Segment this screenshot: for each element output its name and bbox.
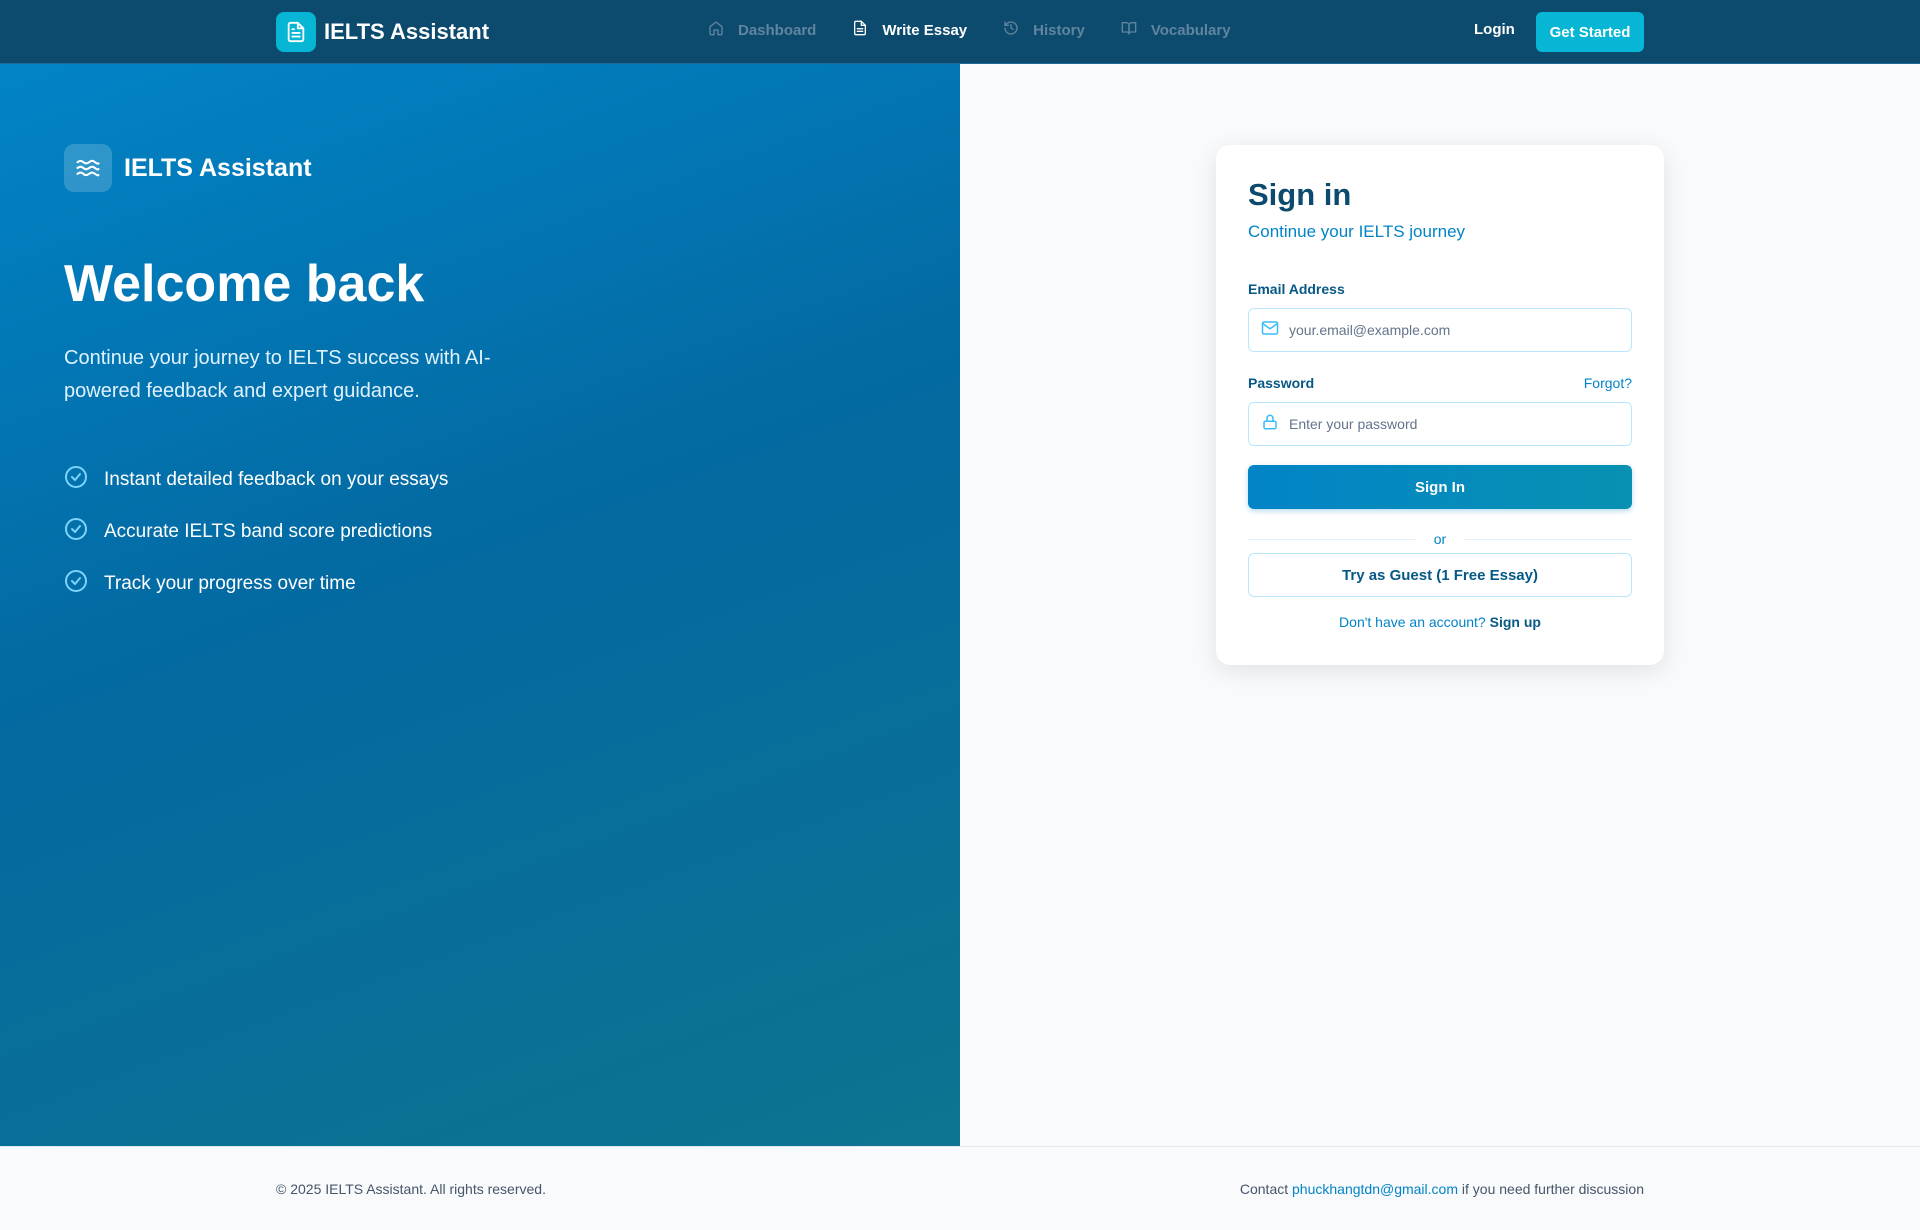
nav-item-label: Write Essay [882,21,968,39]
contact-text: Contact phuckhangtdn@gmail.com if you ne… [1240,1181,1644,1197]
nav-item-vocabulary[interactable]: Vocabulary [1121,20,1231,40]
brand-logo[interactable]: IELTS Assistant [276,12,489,52]
password-input[interactable] [1289,416,1629,432]
book-icon [1121,20,1137,40]
sign-in-button[interactable]: Sign In [1248,465,1632,509]
signup-link[interactable]: Sign up [1490,614,1541,630]
email-label: Email Address [1248,281,1345,297]
feature-item: Accurate IELTS band score predictions [64,506,448,558]
feature-item: Instant detailed feedback on your essays [64,454,448,506]
main-nav: Dashboard Write Essay History Vocabulary [708,20,1231,40]
waves-icon [64,144,112,192]
document-icon [852,20,868,40]
home-icon [708,20,724,40]
feature-list: Instant detailed feedback on your essays… [64,454,448,610]
contact-suffix: if you need further discussion [1461,1181,1644,1197]
signin-title: Sign in [1248,177,1352,212]
email-input[interactable] [1289,322,1629,338]
feature-label: Track your progress over time [104,573,356,594]
contact-prefix: Contact [1239,1181,1289,1197]
signin-subtitle: Continue your IELTS journey [1248,222,1466,241]
mail-icon [1261,319,1279,342]
contact-email-link[interactable]: phuckhangtdn@gmail.com [1292,1181,1458,1197]
hero-panel: IELTS Assistant Welcome back Continue yo… [0,64,960,1146]
footer: © 2025 IELTS Assistant. All rights reser… [0,1146,1920,1230]
hero-brand: IELTS Assistant [64,144,312,192]
login-link[interactable]: Login [1474,21,1515,38]
forgot-password-link[interactable]: Forgot? [1584,375,1632,391]
hero-title: Welcome back [64,255,425,313]
brand-title: IELTS Assistant [324,19,490,44]
feature-label: Accurate IELTS band score predictions [104,521,433,542]
nav-item-label: History [1033,21,1085,39]
copyright-text: © 2025 IELTS Assistant. All rights reser… [276,1181,546,1197]
nav-item-label: Vocabulary [1150,21,1231,39]
signup-row: Don't have an account? Sign up [1248,614,1632,630]
or-divider: or [1248,531,1632,547]
signup-prompt: Don't have an account? [1339,614,1486,630]
check-circle-icon [64,465,88,495]
history-icon [1003,20,1019,40]
divider-line [1464,539,1632,540]
feature-label: Instant detailed feedback on your essays [104,469,449,490]
hero-brand-title: IELTS Assistant [124,153,312,182]
nav-item-history[interactable]: History [1003,20,1085,40]
get-started-button[interactable]: Get Started [1536,12,1644,52]
password-field[interactable] [1248,402,1632,446]
check-circle-icon [64,517,88,547]
check-circle-icon [64,569,88,599]
nav-item-label: Dashboard [738,21,817,39]
signin-card: Sign in Continue your IELTS journey Emai… [1216,145,1664,665]
nav-item-dashboard[interactable]: Dashboard [708,20,816,40]
lock-icon [1261,413,1279,436]
top-navbar: IELTS Assistant Dashboard Write Essay Hi… [0,0,1920,64]
guest-button[interactable]: Try as Guest (1 Free Essay) [1248,553,1632,597]
feature-item: Track your progress over time [64,558,448,610]
nav-item-write-essay[interactable]: Write Essay [852,20,967,40]
email-field[interactable] [1248,308,1632,352]
document-icon [276,12,316,52]
password-label: Password [1248,375,1315,391]
hero-subtitle: Continue your journey to IELTS success w… [64,347,491,402]
